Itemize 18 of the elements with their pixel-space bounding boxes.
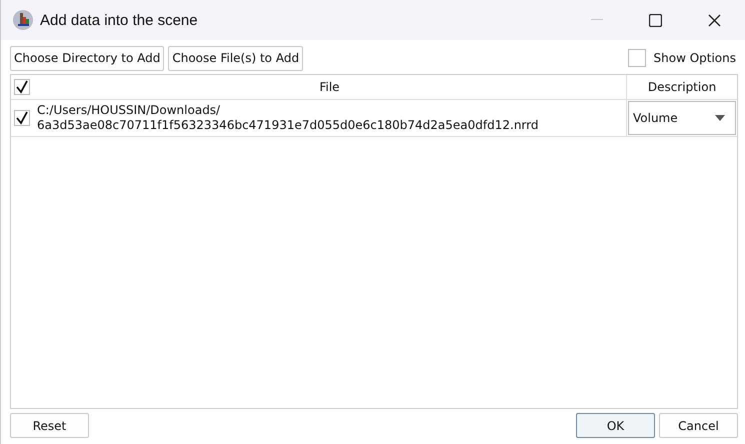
window-title: Add data into the scene — [40, 12, 198, 28]
checkbox-label: Show Options — [654, 51, 736, 65]
dialog-button[interactable]: OK — [576, 413, 655, 438]
column-header: Description — [646, 79, 718, 96]
description-dropdown[interactable]: Volume — [628, 101, 736, 135]
header-checkbox[interactable] — [14, 79, 30, 95]
caret-icon — [715, 115, 725, 121]
checkbox[interactable] — [628, 49, 646, 67]
file-path: C:/Users/HOUSSIN/Downloads/ 6a3d53ae08c70711f1f56323346bc471931e7d055d0e6c180b74d2a5ea0dfd12.nrrd — [37, 103, 538, 133]
add-button[interactable]: Choose File(s) to Add — [168, 46, 304, 70]
row-checkbox[interactable] — [14, 110, 30, 126]
maximize-icon[interactable] — [649, 14, 662, 26]
add-button[interactable]: Choose Directory to Add — [10, 46, 164, 70]
column-header: File — [33, 75, 627, 99]
dialog-button[interactable]: Reset — [10, 413, 89, 438]
dialog-button[interactable]: Cancel — [659, 413, 738, 438]
app-icon — [12, 9, 34, 31]
close-icon[interactable] — [708, 14, 721, 26]
